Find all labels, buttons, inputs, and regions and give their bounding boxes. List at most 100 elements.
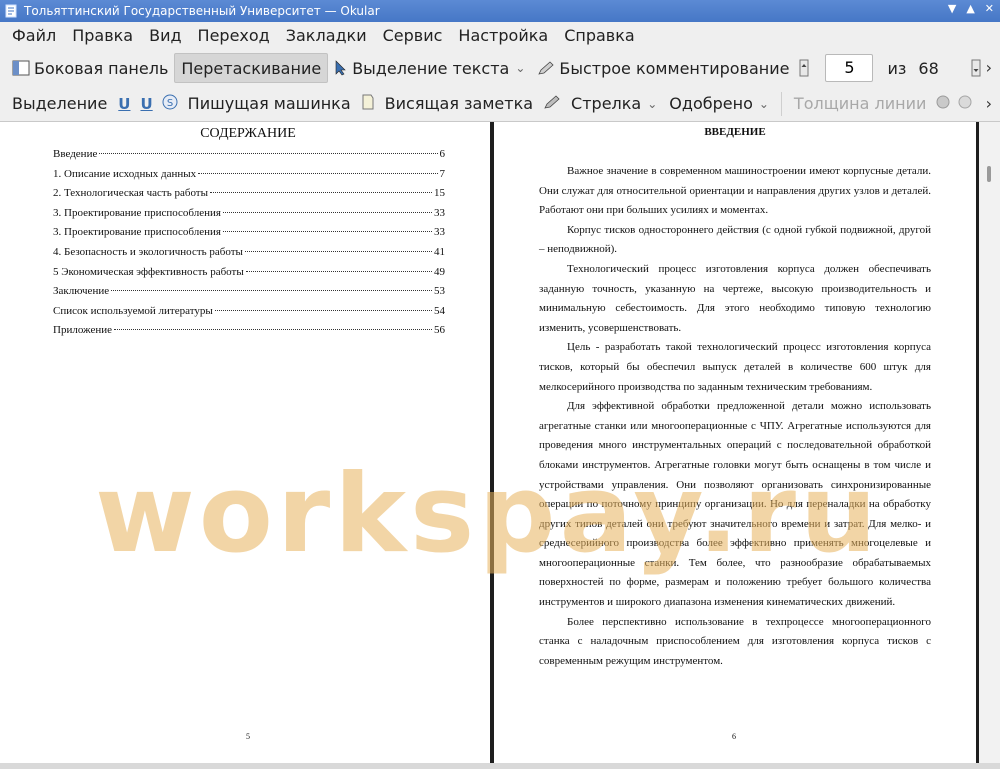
strikeout-icon[interactable]: S — [158, 94, 182, 114]
toc-entry-page: 6 — [439, 148, 446, 160]
toc-entry-page: 33 — [434, 226, 445, 239]
body-paragraph: Важное значение в современном машиностро… — [539, 165, 931, 217]
scrollbar-thumb[interactable] — [987, 166, 991, 182]
arrow-label: Стрелка — [571, 94, 642, 113]
color-picker-icon[interactable] — [932, 94, 954, 114]
next-page-icon — [971, 59, 981, 77]
text-select-label: Выделение текста — [352, 58, 510, 78]
quick-comment-label: Быстрое комментирование — [559, 58, 790, 78]
menu-tools[interactable]: Сервис — [375, 22, 451, 50]
toc-entry[interactable]: 4. Безопасность и экологичность работы 41 — [53, 246, 445, 266]
toc-entry-title: 3. Проектирование приспособления — [53, 226, 221, 239]
toolbar-separator — [780, 91, 782, 116]
toc-leader — [214, 309, 432, 311]
toc-leader — [244, 250, 432, 252]
toc-entry-title: Список используемой литературы — [53, 304, 213, 317]
menu-bookmarks[interactable]: Закладки — [278, 22, 375, 50]
drag-mode-button[interactable]: Перетаскивание — [174, 53, 329, 83]
body-paragraph: Для эффективной обработки предложенной д… — [539, 400, 931, 609]
toc-entry-page: 53 — [434, 285, 445, 298]
pen-icon — [538, 61, 554, 75]
menu-go[interactable]: Переход — [190, 22, 278, 50]
typewriter-label: Пишущая машинка — [187, 94, 351, 113]
toc-leader — [198, 172, 438, 174]
introduction-heading: ВВЕДЕНИЕ — [704, 126, 766, 138]
opacity-icon[interactable] — [954, 94, 976, 114]
approved-label: Одобрено — [669, 94, 753, 113]
toc-entry[interactable]: 5 Экономическая эффективность работы 49 — [53, 266, 445, 286]
introduction-body: Важное значение в современном машиностро… — [539, 162, 931, 671]
okular-app-icon — [4, 4, 18, 18]
menubar: Файл Правка Вид Переход Закладки Сервис … — [0, 22, 1000, 50]
typewriter-button[interactable]: Пишущая машинка — [182, 89, 357, 119]
text-select-button[interactable]: Выделение текста ⌄ — [328, 53, 531, 83]
toc-entry-page: 15 — [434, 187, 445, 200]
approved-stamp-button[interactable]: Одобрено ⌄ — [663, 89, 775, 119]
drawing-pen-icon[interactable] — [539, 94, 565, 114]
toc-entry-title: 1. Описание исходных данных — [53, 167, 197, 180]
drag-mode-label: Перетаскивание — [181, 58, 322, 78]
toc-entry-title: 4. Безопасность и экологичность работы — [53, 245, 243, 258]
toc-leader — [222, 211, 432, 213]
toc-entry[interactable]: 3. Проектирование приспособления 33 — [53, 226, 445, 246]
popup-note-label: Висящая заметка — [384, 94, 534, 113]
quick-comment-button[interactable]: Быстрое комментирование — [531, 53, 795, 83]
toc-entry-title: 5 Экономическая эффективность работы — [53, 265, 244, 278]
toc-leader — [99, 153, 438, 154]
body-paragraph: Более перспективно использование в техпр… — [539, 615, 931, 667]
highlight-button[interactable]: Выделение — [6, 89, 113, 119]
toc-entry[interactable]: Список используемой литературы 54 — [53, 305, 445, 325]
toc-leader — [210, 192, 432, 194]
toc-entry-page: 56 — [434, 324, 445, 337]
sidebar-label: Боковая панель — [34, 58, 169, 78]
arrow-button[interactable]: Стрелка ⌄ — [565, 89, 663, 119]
cursor-icon — [335, 60, 346, 76]
menu-settings[interactable]: Настройка — [450, 22, 556, 50]
chevron-down-icon[interactable]: ⌄ — [647, 97, 657, 111]
toc-entry-title: Приложение — [53, 324, 113, 337]
toc-entry[interactable]: Приложение 56 — [53, 324, 445, 344]
document-page-left: СОДЕРЖАНИЕ Введение 6 1. Описание исходны… — [6, 122, 490, 762]
page-number-input[interactable]: 5 — [825, 54, 874, 82]
menu-file[interactable]: Файл — [4, 22, 64, 50]
close-icon[interactable]: ✕ — [985, 2, 994, 15]
body-paragraph: Технологический процесс изготовления кор… — [539, 262, 931, 334]
toc-entry[interactable]: Заключение 53 — [53, 285, 445, 305]
page-number-footer: 5 — [246, 732, 250, 741]
toc-entry-title: 2. Технологическая часть работы — [53, 187, 209, 200]
toc-entry-title: 3. Проектирование приспособления — [53, 206, 221, 219]
toc-entry-page: 7 — [439, 167, 446, 180]
vertical-scrollbar[interactable] — [979, 122, 1000, 769]
menu-help[interactable]: Справка — [556, 22, 643, 50]
chevron-down-icon[interactable]: ⌄ — [515, 61, 525, 75]
toolbar-overflow-icon[interactable]: › — [986, 94, 992, 113]
toc-leader — [222, 231, 432, 233]
toolbar-overflow-icon[interactable]: › — [986, 58, 992, 77]
horizontal-scrollbar[interactable] — [0, 763, 1000, 769]
menu-view[interactable]: Вид — [141, 22, 189, 50]
menu-edit[interactable]: Правка — [64, 22, 141, 50]
page-total-label: 68 — [918, 58, 939, 78]
previous-page-button[interactable] — [795, 53, 817, 83]
line-width-button[interactable]: Толщина линии — [788, 89, 933, 119]
annotation-toolbar: Выделение U U S Пишущая машинка Висящая … — [0, 86, 1000, 122]
toc-entry[interactable]: 1. Описание исходных данных 7 — [53, 168, 445, 188]
window-titlebar: Тольяттинский Государственный Университе… — [0, 0, 1000, 22]
popup-note-button[interactable]: Висящая заметка — [379, 89, 539, 119]
document-viewport[interactable]: СОДЕРЖАНИЕ Введение 6 1. Описание исходны… — [0, 122, 1000, 769]
toc-leader — [114, 329, 432, 331]
note-icon[interactable] — [357, 94, 379, 114]
chevron-down-icon[interactable]: ⌄ — [759, 97, 769, 111]
toc-entry[interactable]: 3. Проектирование приспособления 33 — [53, 207, 445, 227]
maximize-icon[interactable]: ▲ — [966, 2, 974, 15]
toc-entry[interactable]: Введение 6 — [53, 148, 445, 168]
toc-leader — [111, 290, 432, 292]
toc-list: Введение 6 1. Описание исходных данных 7 2… — [53, 148, 445, 344]
squiggly-underline-icon[interactable]: U — [135, 95, 157, 113]
line-width-label: Толщина линии — [793, 94, 927, 113]
toc-entry[interactable]: 2. Технологическая часть работы 15 — [53, 187, 445, 207]
underline-icon[interactable]: U — [113, 95, 135, 113]
sidebar-button[interactable]: Боковая панель — [6, 53, 174, 83]
toc-entry-page: 49 — [434, 265, 445, 278]
minimize-icon[interactable]: ▼ — [948, 2, 956, 15]
